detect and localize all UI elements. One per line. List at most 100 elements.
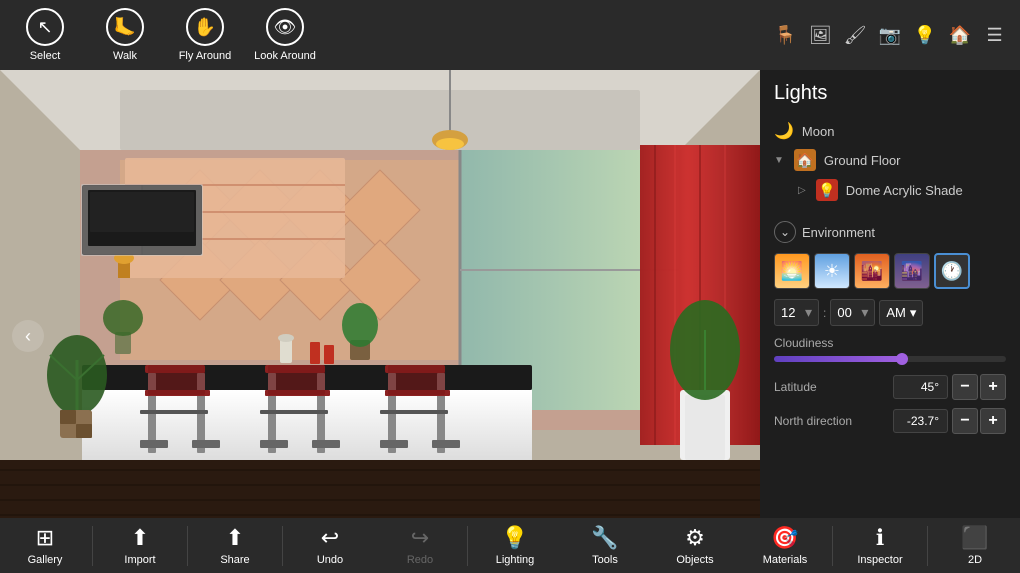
share-icon: ⬆: [226, 525, 244, 551]
latitude-value: 45°: [893, 375, 948, 399]
select-label: Select: [30, 50, 61, 62]
north-direction-buttons: − +: [952, 408, 1006, 434]
panel-icon-bar: 🪑 🖼 🖌 📷 💡 🏠 ☰: [760, 0, 1020, 70]
top-toolbar: ↖ Select 🦶 Walk ✋ Fly Around 👁 Look Arou…: [0, 0, 760, 70]
redo-label: Redo: [407, 554, 433, 566]
select-tool[interactable]: ↖ Select: [10, 3, 80, 68]
separator-2: [187, 526, 188, 566]
undo-label: Undo: [317, 554, 343, 566]
lights-title: Lights: [774, 82, 1006, 105]
import-label: Import: [124, 554, 155, 566]
look-around-tool[interactable]: 👁 Look Around: [250, 3, 320, 68]
light-panel-icon[interactable]: 💡: [907, 17, 942, 53]
photo-panel-icon[interactable]: 🖼: [803, 17, 838, 53]
objects-button[interactable]: ⚙ Objects: [650, 518, 740, 573]
inspector-icon: ℹ: [876, 525, 884, 551]
sunset-preset[interactable]: 🌇: [854, 253, 890, 289]
dome-acrylic-label: Dome Acrylic Shade: [846, 183, 963, 198]
custom-preset[interactable]: 🕐: [934, 253, 970, 289]
separator-3: [282, 526, 283, 566]
minute-value: 00: [837, 305, 851, 320]
latitude-minus-button[interactable]: −: [952, 374, 978, 400]
cloudiness-thumb[interactable]: [896, 353, 908, 365]
viewport[interactable]: ‹: [0, 70, 760, 520]
environment-label: Environment: [802, 225, 875, 240]
cloudiness-slider[interactable]: [774, 356, 1006, 362]
moon-light-item[interactable]: 🌙 Moon: [774, 117, 1006, 145]
camera-panel-icon[interactable]: 📷: [873, 17, 908, 53]
latitude-plus-button[interactable]: +: [980, 374, 1006, 400]
undo-icon: ↩: [321, 525, 339, 551]
objects-icon: ⚙: [685, 525, 705, 551]
hour-value: 12: [781, 305, 795, 320]
ground-floor-light-item[interactable]: ▼ 🏠 Ground Floor: [774, 145, 1006, 175]
home-panel-icon[interactable]: 🏠: [942, 17, 977, 53]
gallery-label: Gallery: [28, 554, 63, 566]
walk-label: Walk: [113, 50, 137, 62]
import-button[interactable]: ⬆ Import: [95, 518, 185, 573]
separator-4: [467, 526, 468, 566]
undo-button[interactable]: ↩ Undo: [285, 518, 375, 573]
separator-6: [927, 526, 928, 566]
ampm-field[interactable]: AM ▾: [879, 300, 923, 326]
redo-button[interactable]: ↪ Redo: [375, 518, 465, 573]
north-direction-label: North direction: [774, 414, 893, 428]
hour-field[interactable]: 12 ▾: [774, 299, 819, 326]
separator-1: [92, 526, 93, 566]
time-colon-separator: :: [823, 306, 826, 320]
lighting-icon: 💡: [501, 525, 528, 551]
ground-floor-light-label: Ground Floor: [824, 153, 901, 168]
materials-icon: 🎯: [771, 525, 798, 551]
sunrise-preset[interactable]: 🌅: [774, 253, 810, 289]
select-icon: ↖: [26, 8, 64, 46]
menu-panel-icon[interactable]: ☰: [977, 17, 1012, 53]
north-direction-value: -23.7°: [893, 409, 948, 433]
gallery-button[interactable]: ⊞ Gallery: [0, 518, 90, 573]
ampm-value: AM: [886, 305, 906, 320]
ground-floor-icon: 🏠: [794, 149, 816, 171]
share-button[interactable]: ⬆ Share: [190, 518, 280, 573]
2d-label: 2D: [968, 554, 982, 566]
inspector-button[interactable]: ℹ Inspector: [835, 518, 925, 573]
brush-panel-icon[interactable]: 🖌: [838, 17, 873, 53]
latitude-buttons: − +: [952, 374, 1006, 400]
lighting-button[interactable]: 💡 Lighting: [470, 518, 560, 573]
north-direction-plus-button[interactable]: +: [980, 408, 1006, 434]
day-preset[interactable]: ☀: [814, 253, 850, 289]
time-inputs-row: 12 ▾ : 00 ▾ AM ▾: [774, 299, 1006, 326]
dusk-preset[interactable]: 🌆: [894, 253, 930, 289]
look-around-icon: 👁: [266, 8, 304, 46]
materials-button[interactable]: 🎯 Materials: [740, 518, 830, 573]
ampm-dropdown-icon: ▾: [910, 305, 917, 321]
back-nav-button[interactable]: ‹: [12, 320, 44, 352]
cloudiness-label: Cloudiness: [774, 336, 1006, 350]
look-around-label: Look Around: [254, 50, 316, 62]
tools-button[interactable]: 🔧 Tools: [560, 518, 650, 573]
tools-icon: 🔧: [591, 525, 618, 551]
minute-dropdown-icon[interactable]: ▾: [861, 304, 868, 321]
ground-floor-expand-icon: ▼: [774, 155, 784, 166]
minute-field[interactable]: 00 ▾: [830, 299, 875, 326]
share-label: Share: [220, 554, 249, 566]
separator-5: [832, 526, 833, 566]
latitude-label: Latitude: [774, 380, 893, 394]
walk-tool[interactable]: 🦶 Walk: [90, 3, 160, 68]
objects-label: Objects: [676, 554, 713, 566]
environment-section: ⌄ Environment 🌅 ☀ 🌇 🌆 🕐 12 ▾ : 00 ▾ AM: [760, 217, 1020, 452]
dome-acrylic-icon: 💡: [816, 179, 838, 201]
tools-label: Tools: [592, 554, 618, 566]
fly-around-icon: ✋: [186, 8, 224, 46]
walk-icon: 🦶: [106, 8, 144, 46]
time-presets-row: 🌅 ☀ 🌇 🌆 🕐: [774, 253, 1006, 289]
dome-acrylic-light-item[interactable]: ▷ 💡 Dome Acrylic Shade: [774, 175, 1006, 205]
environment-collapse-button[interactable]: ⌄: [774, 221, 796, 243]
2d-icon: ⬛: [961, 525, 988, 551]
hour-dropdown-icon[interactable]: ▾: [805, 304, 812, 321]
fly-around-tool[interactable]: ✋ Fly Around: [170, 3, 240, 68]
2d-button[interactable]: ⬛ 2D: [930, 518, 1020, 573]
redo-icon: ↪: [411, 525, 429, 551]
environment-header[interactable]: ⌄ Environment: [774, 221, 1006, 243]
moon-icon: 🌙: [774, 121, 794, 141]
furniture-panel-icon[interactable]: 🪑: [768, 17, 803, 53]
north-direction-minus-button[interactable]: −: [952, 408, 978, 434]
